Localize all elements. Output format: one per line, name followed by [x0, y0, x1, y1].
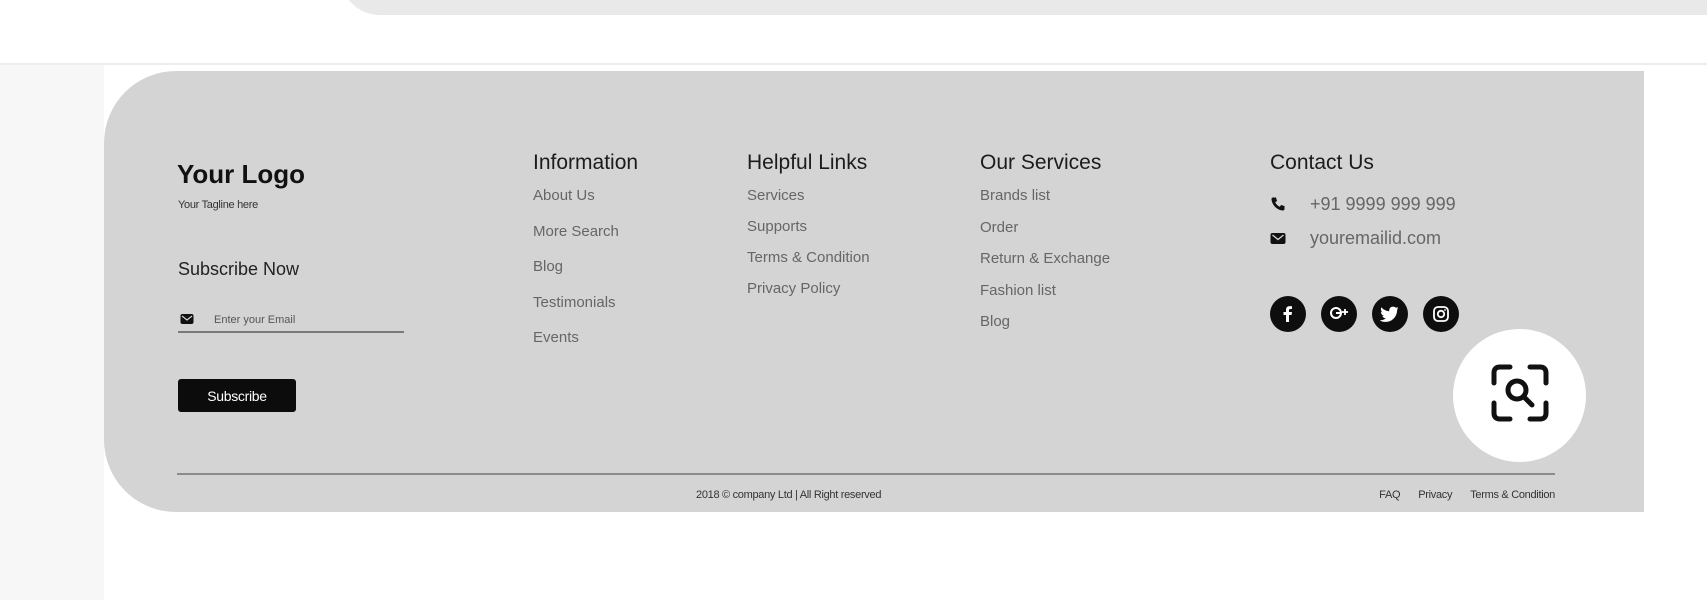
- information-title: Information: [533, 151, 639, 174]
- left-margin-strip: [0, 65, 104, 600]
- footer-link-supports[interactable]: Supports: [747, 218, 870, 249]
- twitter-icon[interactable]: [1372, 296, 1408, 332]
- footer-link-blog-services[interactable]: Blog: [980, 313, 1110, 345]
- phone-icon: [1270, 196, 1290, 212]
- visual-search-icon: [1490, 363, 1550, 428]
- top-band: [0, 0, 1707, 65]
- footer-link-blog[interactable]: Blog: [533, 258, 638, 294]
- social-icons: [1270, 296, 1459, 332]
- contact-phone-row: +91 9999 999 999: [1270, 187, 1456, 221]
- contact-phone[interactable]: +91 9999 999 999: [1310, 194, 1456, 215]
- footer-card: Your Logo Your Tagline here Subscribe No…: [104, 71, 1644, 512]
- visual-search-button[interactable]: [1453, 329, 1586, 462]
- footer-link-testimonials[interactable]: Testimonials: [533, 294, 638, 330]
- footer-link-about-us[interactable]: About Us: [533, 187, 638, 223]
- subscribe-button[interactable]: Subscribe: [178, 379, 296, 412]
- footer-link-terms[interactable]: Terms & Condition: [747, 249, 870, 280]
- subscribe-title: Subscribe Now: [178, 259, 300, 279]
- helpful-links-column: Helpful Links Services Supports Terms & …: [747, 151, 870, 311]
- footer-link-order[interactable]: Order: [980, 219, 1110, 251]
- footer-link-services[interactable]: Services: [747, 187, 870, 218]
- our-services-column: Our Services Brands list Order Return & …: [980, 151, 1110, 345]
- footer-divider: [177, 473, 1555, 475]
- footer-link-events[interactable]: Events: [533, 329, 638, 365]
- contact-title: Contact Us: [1270, 151, 1374, 174]
- footer-link-more-search[interactable]: More Search: [533, 223, 638, 259]
- facebook-icon[interactable]: [1270, 296, 1306, 332]
- bottom-link-terms[interactable]: Terms & Condition: [1470, 489, 1555, 501]
- email-input[interactable]: [214, 311, 394, 329]
- contact-column: Contact Us +91 9999 999 999 youremailid.…: [1270, 151, 1456, 255]
- footer-link-privacy-policy[interactable]: Privacy Policy: [747, 280, 870, 311]
- subscribe-email-row: [178, 311, 404, 333]
- brand-tagline: Your Tagline here: [178, 199, 258, 211]
- instagram-icon[interactable]: [1423, 296, 1459, 332]
- top-search-bar-edge: [340, 0, 1707, 15]
- footer-link-brands-list[interactable]: Brands list: [980, 187, 1110, 219]
- bottom-links: FAQ Privacy Terms & Condition: [1379, 489, 1555, 501]
- footer-link-fashion-list[interactable]: Fashion list: [980, 282, 1110, 314]
- envelope-icon: [180, 312, 194, 330]
- our-services-title: Our Services: [980, 151, 1102, 174]
- brand-logo[interactable]: Your Logo: [177, 159, 305, 190]
- google-plus-icon[interactable]: [1321, 296, 1357, 332]
- bottom-link-privacy[interactable]: Privacy: [1418, 489, 1452, 501]
- footer-link-return-exchange[interactable]: Return & Exchange: [980, 250, 1110, 282]
- helpful-links-title: Helpful Links: [747, 151, 868, 174]
- contact-email-row: youremailid.com: [1270, 221, 1456, 255]
- copyright-text: 2018 © company Ltd | All Right reserved: [696, 489, 882, 501]
- contact-email[interactable]: youremailid.com: [1310, 228, 1441, 249]
- bottom-link-faq[interactable]: FAQ: [1379, 489, 1400, 501]
- envelope-icon: [1270, 232, 1290, 245]
- information-column: Information About Us More Search Blog Te…: [533, 151, 638, 365]
